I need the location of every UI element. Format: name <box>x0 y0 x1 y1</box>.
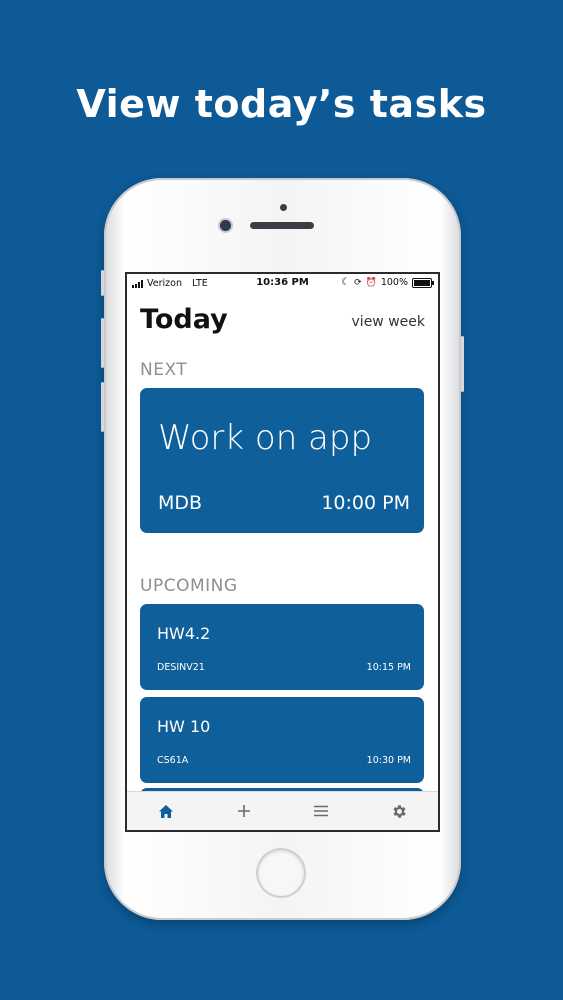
task-class: DESINV21 <box>157 662 205 673</box>
silent-switch <box>101 270 104 296</box>
next-task-time: 10:00 PM <box>321 492 410 514</box>
home-icon <box>158 804 173 818</box>
battery-percent: 100% <box>380 277 408 288</box>
plus-icon <box>237 805 250 817</box>
home-button <box>258 850 304 896</box>
menu-icon <box>314 805 329 817</box>
task-name: HW4.2 <box>157 624 211 643</box>
moon-icon: ☾ <box>341 277 351 288</box>
task-name: HW 10 <box>157 717 211 736</box>
lock-rotation-icon: ⟳ <box>354 277 362 288</box>
task-class: CS61A <box>157 755 189 766</box>
headline: View today’s tasks <box>76 82 487 126</box>
next-task-class: MDB <box>158 492 203 514</box>
alarm-icon: ⏰ <box>365 277 377 288</box>
proximity-sensor <box>280 204 287 211</box>
earpiece-speaker <box>250 222 314 229</box>
status-bar: Verizon LTE 10:36 PM ☾ ⟳ ⏰ 100% <box>127 274 438 292</box>
gear-icon <box>393 804 406 818</box>
tab-settings[interactable] <box>379 796 419 826</box>
next-task-name: Work on app <box>158 418 373 458</box>
next-section-label: NEXT <box>140 360 188 380</box>
task-time: 10:15 PM <box>366 662 411 673</box>
front-camera <box>220 220 231 231</box>
phone-screen: Verizon LTE 10:36 PM ☾ ⟳ ⏰ 100% Today vi… <box>125 272 440 832</box>
upcoming-task-card[interactable]: HW4.2 DESINV21 10:15 PM <box>140 604 424 690</box>
next-task-card[interactable]: Work on app MDB 10:00 PM <box>140 388 424 533</box>
tab-add[interactable] <box>224 796 264 826</box>
battery-icon <box>412 277 434 288</box>
power-button <box>461 336 464 392</box>
upcoming-section-label: UPCOMING <box>140 576 238 596</box>
tab-bar <box>127 791 438 830</box>
volume-up-button <box>101 318 104 368</box>
view-week-link[interactable]: view week <box>352 314 425 330</box>
phone-frame: Verizon LTE 10:36 PM ☾ ⟳ ⏰ 100% Today vi… <box>101 178 464 920</box>
page-title: Today <box>140 304 228 335</box>
volume-down-button <box>101 382 104 432</box>
upcoming-task-card[interactable]: HW 10 CS61A 10:30 PM <box>140 697 424 783</box>
tab-home[interactable] <box>146 796 186 826</box>
tab-list[interactable] <box>301 796 341 826</box>
task-time: 10:30 PM <box>366 755 411 766</box>
